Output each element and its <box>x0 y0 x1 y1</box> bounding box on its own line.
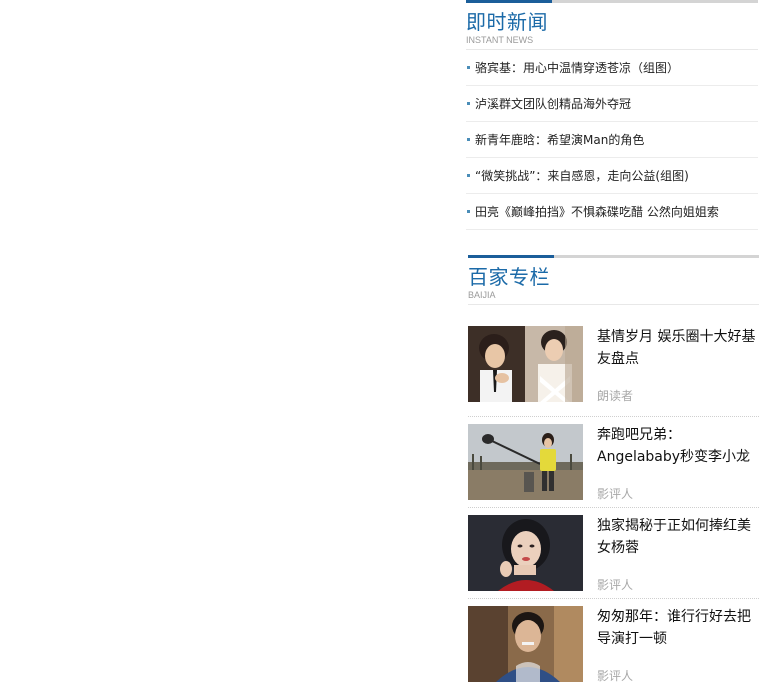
baijia-title: 百家专栏 <box>468 265 550 289</box>
thumbnail-image[interactable] <box>468 326 583 402</box>
news-list: 骆宾基：用心中温情穿透苍凉（组图） 泸溪群文团队创精品海外夺冠 新青年鹿晗：希望… <box>466 50 758 230</box>
thumbnail-image[interactable] <box>468 424 583 500</box>
news-item[interactable]: “微笑挑战”：来自感恩，走向公益(组图) <box>466 158 758 194</box>
card-info: 奔跑吧兄弟：Angelababy秒变李小龙 影评人 <box>597 424 759 502</box>
bullet-icon <box>467 66 470 69</box>
news-link[interactable]: 田亮《巅峰拍挡》不惧森碟吃醋 公然向姐姐索 <box>475 203 719 220</box>
card-info: 匆匆那年：谁行行好去把导演打一顿 影评人 <box>597 606 759 684</box>
card-title[interactable]: 奔跑吧兄弟：Angelababy秒变李小龙 <box>597 424 759 468</box>
news-link[interactable]: 新青年鹿晗：希望演Man的角色 <box>475 131 644 148</box>
instant-news-header: 即时新闻 INSTANT NEWS <box>466 0 758 50</box>
card-title[interactable]: 基情岁月 娱乐圈十大好基友盘点 <box>597 326 759 370</box>
baijia-card[interactable]: 奔跑吧兄弟：Angelababy秒变李小龙 影评人 <box>468 417 759 508</box>
card-author: 朗读者 <box>597 389 634 403</box>
baijia-subtitle: BAIJIA <box>468 290 496 300</box>
baijia-card[interactable]: 独家揭秘于正如何捧红美女杨蓉 影评人 <box>468 508 759 599</box>
bullet-icon <box>467 174 470 177</box>
bullet-icon <box>467 138 470 141</box>
instant-news-subtitle: INSTANT NEWS <box>466 35 534 45</box>
card-author: 影评人 <box>597 578 634 592</box>
card-info: 基情岁月 娱乐圈十大好基友盘点 朗读者 <box>597 326 759 404</box>
news-item[interactable]: 骆宾基：用心中温情穿透苍凉（组图） <box>466 50 758 86</box>
baijia-card-list: 基情岁月 娱乐圈十大好基友盘点 朗读者 奔跑吧兄弟：Angelababy秒变李小… <box>468 326 759 690</box>
card-title[interactable]: 独家揭秘于正如何捧红美女杨蓉 <box>597 515 759 559</box>
bullet-icon <box>467 102 470 105</box>
news-link[interactable]: 骆宾基：用心中温情穿透苍凉（组图） <box>475 59 679 76</box>
news-item[interactable]: 新青年鹿晗：希望演Man的角色 <box>466 122 758 158</box>
thumbnail-image[interactable] <box>468 515 583 591</box>
news-link[interactable]: “微笑挑战”：来自感恩，走向公益(组图) <box>475 167 689 184</box>
baijia-card[interactable]: 基情岁月 娱乐圈十大好基友盘点 朗读者 <box>468 326 759 417</box>
baijia-header: 百家专栏 BAIJIA <box>468 255 759 305</box>
baijia-card[interactable]: 匆匆那年：谁行行好去把导演打一顿 影评人 <box>468 599 759 690</box>
news-item[interactable]: 田亮《巅峰拍挡》不惧森碟吃醋 公然向姐姐索 <box>466 194 758 230</box>
card-author: 影评人 <box>597 669 634 683</box>
baijia-section: 百家专栏 BAIJIA 基情岁月 娱乐圈十大好基友盘点 朗读者 奔跑吧兄弟：An… <box>468 255 759 690</box>
news-item[interactable]: 泸溪群文团队创精品海外夺冠 <box>466 86 758 122</box>
card-author: 影评人 <box>597 487 634 501</box>
news-link[interactable]: 泸溪群文团队创精品海外夺冠 <box>475 95 631 112</box>
card-info: 独家揭秘于正如何捧红美女杨蓉 影评人 <box>597 515 759 593</box>
thumbnail-image[interactable] <box>468 606 583 682</box>
instant-news-title: 即时新闻 <box>466 10 548 34</box>
card-title[interactable]: 匆匆那年：谁行行好去把导演打一顿 <box>597 606 759 650</box>
bullet-icon <box>467 210 470 213</box>
instant-news-section: 即时新闻 INSTANT NEWS 骆宾基：用心中温情穿透苍凉（组图） 泸溪群文… <box>466 0 758 230</box>
page: 即时新闻 INSTANT NEWS 骆宾基：用心中温情穿透苍凉（组图） 泸溪群文… <box>0 0 771 694</box>
